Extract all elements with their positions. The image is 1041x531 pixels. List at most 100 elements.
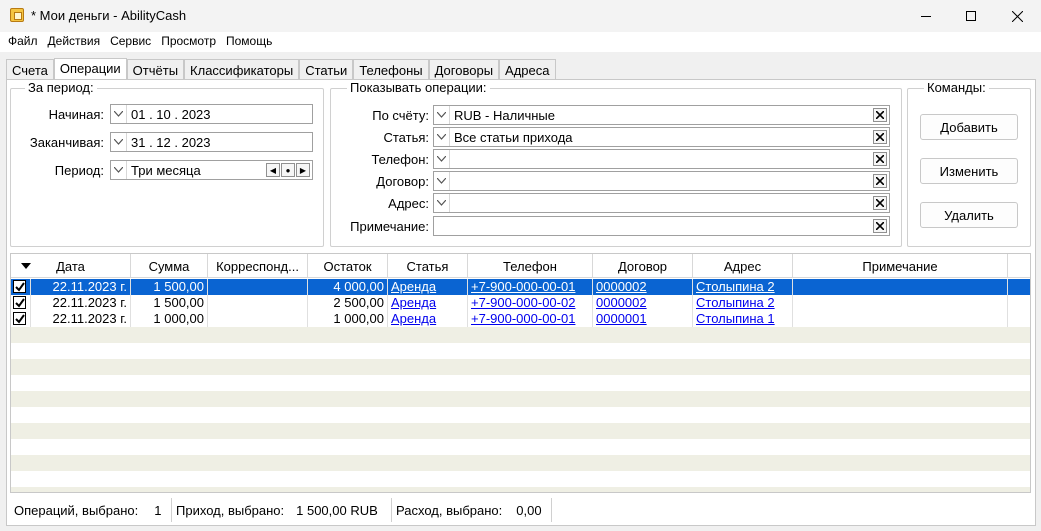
empty-table-row	[11, 471, 1030, 487]
article-link[interactable]: Аренда	[391, 295, 436, 310]
tab-reports[interactable]: Отчёты	[126, 59, 185, 80]
dropdown-icon[interactable]	[434, 106, 450, 124]
column-contract-header[interactable]: Договор	[593, 254, 693, 278]
article-link[interactable]: Аренда	[391, 311, 436, 326]
income-value: 1 500,00 RUB	[296, 502, 378, 518]
next-period-button[interactable]: ▶	[296, 163, 310, 177]
tab-contracts[interactable]: Договоры	[428, 59, 500, 80]
column-address-header[interactable]: Адрес	[693, 254, 793, 278]
note-field[interactable]	[433, 216, 890, 236]
row-checkbox[interactable]	[13, 312, 26, 325]
phone-link[interactable]: +7-900-000-00-01	[471, 279, 575, 294]
table-row[interactable]: 22.11.2023 г. 1 000,00 1 000,00 Аренда +…	[11, 311, 1030, 327]
column-sum-header[interactable]: Сумма	[131, 254, 208, 278]
clear-article-button[interactable]	[873, 130, 887, 144]
article-field[interactable]: Все статьи прихода	[433, 127, 890, 147]
column-note-header[interactable]: Примечание	[793, 254, 1008, 278]
clear-icon	[876, 133, 884, 141]
corr-cell	[208, 311, 308, 327]
edit-button[interactable]: Изменить	[920, 158, 1018, 184]
clear-icon	[876, 222, 884, 230]
account-field[interactable]: RUB - Наличные	[433, 105, 890, 125]
menu-file[interactable]: Файл	[4, 32, 42, 52]
close-button[interactable]	[994, 0, 1040, 32]
tab-strip: Счета Операции Отчёты Классификаторы Ста…	[6, 58, 556, 80]
add-button[interactable]: Добавить	[920, 114, 1018, 140]
row-checkbox-cell	[11, 311, 31, 327]
column-label: Статья	[406, 258, 449, 274]
column-phone-header[interactable]: Телефон	[468, 254, 593, 278]
menu-view[interactable]: Просмотр	[157, 32, 220, 52]
tab-articles[interactable]: Статьи	[299, 59, 354, 80]
column-article-header[interactable]: Статья	[388, 254, 468, 278]
phone-field[interactable]	[433, 149, 890, 169]
clear-icon	[876, 199, 884, 207]
column-date-header[interactable]: Дата	[11, 254, 131, 278]
column-label: Сумма	[148, 258, 190, 274]
contract-field[interactable]	[433, 171, 890, 191]
contract-link[interactable]: 0000002	[596, 279, 647, 294]
tab-operations[interactable]: Операции	[53, 58, 127, 80]
corr-cell	[208, 295, 308, 311]
contract-cell: 0000002	[593, 279, 693, 295]
contract-link[interactable]: 0000002	[596, 295, 647, 310]
phone-link[interactable]: +7-900-000-00-02	[471, 295, 575, 310]
clear-address-button[interactable]	[873, 196, 887, 210]
phone-link[interactable]: +7-900-000-00-01	[471, 311, 575, 326]
balance-cell: 4 000,00	[308, 279, 388, 295]
minimize-button[interactable]	[903, 0, 949, 32]
prev-period-button[interactable]: ◀	[266, 163, 280, 177]
tab-addresses[interactable]: Адреса	[499, 59, 556, 80]
address-link[interactable]: Столыпина 2	[696, 279, 775, 294]
article-link[interactable]: Аренда	[391, 279, 436, 294]
address-link[interactable]: Столыпина 1	[696, 311, 775, 326]
dropdown-icon[interactable]	[434, 194, 450, 212]
row-checkbox[interactable]	[13, 296, 26, 309]
app-icon	[10, 8, 24, 22]
column-balance-header[interactable]: Остаток	[308, 254, 388, 278]
empty-table-row	[11, 407, 1030, 423]
sum-cell: 1 500,00	[131, 279, 208, 295]
address-link[interactable]: Столыпина 2	[696, 295, 775, 310]
column-label: Остаток	[323, 258, 372, 274]
menu-help[interactable]: Помощь	[222, 32, 276, 52]
delete-button[interactable]: Удалить	[920, 202, 1018, 228]
clear-note-button[interactable]	[873, 219, 887, 233]
row-checkbox[interactable]	[13, 280, 26, 293]
dropdown-icon[interactable]	[111, 161, 127, 179]
dropdown-icon[interactable]	[434, 172, 450, 190]
end-date-label: Заканчивая:	[29, 135, 104, 150]
maximize-button[interactable]	[948, 0, 994, 32]
article-cell: Аренда	[388, 279, 468, 295]
address-cell: Столыпина 2	[693, 295, 793, 311]
article-value: Все статьи прихода	[454, 129, 573, 145]
address-field[interactable]	[433, 193, 890, 213]
checkmark-icon	[14, 313, 25, 324]
tab-classifiers[interactable]: Классификаторы	[184, 59, 300, 80]
contract-link[interactable]: 0000001	[596, 311, 647, 326]
article-label: Статья:	[383, 130, 429, 145]
column-label: Дата	[56, 258, 85, 274]
current-period-button[interactable]: ●	[281, 163, 295, 177]
empty-table-row	[11, 487, 1030, 492]
column-label: Договор	[617, 258, 668, 274]
dropdown-icon[interactable]	[111, 105, 127, 123]
dropdown-icon[interactable]	[434, 150, 450, 168]
tab-phones[interactable]: Телефоны	[353, 59, 429, 80]
table-row[interactable]: 22.11.2023 г. 1 500,00 4 000,00 Аренда +…	[11, 279, 1030, 295]
dropdown-icon[interactable]	[434, 128, 450, 146]
end-date-field[interactable]: 31 . 12 . 2023	[110, 132, 313, 152]
dropdown-icon[interactable]	[111, 133, 127, 151]
menu-actions[interactable]: Действия	[44, 32, 105, 52]
period-field[interactable]: Три месяца ◀ ● ▶	[110, 160, 313, 180]
menu-service[interactable]: Сервис	[106, 32, 155, 52]
start-date-field[interactable]: 01 . 10 . 2023	[110, 104, 313, 124]
clear-contract-button[interactable]	[873, 174, 887, 188]
clear-phone-button[interactable]	[873, 152, 887, 166]
clear-account-button[interactable]	[873, 108, 887, 122]
contract-label: Договор:	[376, 174, 429, 189]
table-row[interactable]: 22.11.2023 г. 1 500,00 2 500,00 Аренда +…	[11, 295, 1030, 311]
ops-selected-value: 1	[154, 502, 162, 518]
tab-accounts[interactable]: Счета	[6, 59, 54, 80]
column-corr-header[interactable]: Корреспонд...	[208, 254, 308, 278]
